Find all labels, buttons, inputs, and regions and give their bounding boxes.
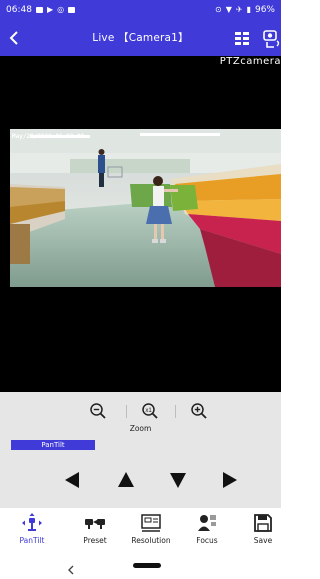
zoom-divider [126, 405, 127, 418]
nav-label-save: Save [253, 536, 273, 545]
zoom-divider [175, 405, 176, 418]
nav-resolution[interactable]: Resolution [123, 512, 179, 552]
sync-icon: ◎ [57, 5, 65, 14]
screenshot-icon [68, 7, 76, 13]
zoom-out-button[interactable] [89, 402, 107, 420]
camera-settings-button[interactable] [262, 28, 284, 50]
pan-left-button[interactable] [62, 470, 82, 490]
tilt-up-button[interactable] [116, 470, 136, 490]
tab-pantilt[interactable]: PanTilt [11, 440, 95, 450]
status-bar: 06:48 ▶ ◎ ⊙ ▼ ✈ ▮ 96% [0, 0, 281, 20]
supermarket-scene [10, 129, 281, 287]
pantilt-control-panel [0, 450, 281, 508]
arrow-left-icon [65, 472, 79, 488]
tilt-down-button[interactable] [168, 470, 188, 490]
arrow-down-icon [170, 473, 186, 488]
camera-settings-icon [263, 30, 280, 48]
status-time: 06:48 [6, 5, 32, 15]
arrow-up-icon [118, 472, 134, 487]
grid-view-icon [235, 32, 249, 45]
system-home-pill[interactable] [133, 563, 161, 568]
mode-tab-bar: PanTilt [0, 440, 281, 450]
camera-feed-image: May/29/2020 06:03:08 [10, 129, 281, 287]
airplane-icon: ✈ [235, 5, 243, 14]
nav-label-pantilt: PanTilt [19, 536, 45, 545]
zoom-label: Zoom [129, 424, 152, 433]
zoom-in-button[interactable] [190, 402, 208, 420]
zoom-reset-button[interactable]: x1 [141, 402, 159, 420]
vpn-key-icon: ⊙ [215, 5, 222, 14]
status-left: 06:48 ▶ ◎ [6, 5, 76, 15]
app-bar: Live 【Camera1】 [0, 20, 281, 56]
nav-focus[interactable]: Focus [179, 512, 235, 552]
notification-icon [35, 7, 43, 13]
wifi-icon: ▼ [225, 5, 232, 14]
system-nav-bar [0, 552, 281, 578]
camera-name-overlay: PTZcamera [219, 56, 281, 67]
system-back-icon [68, 565, 74, 575]
zoom-panel: x1 Zoom [0, 392, 281, 440]
live-video-area[interactable]: PTZcamera May/29/2020 06:03:08 [0, 56, 281, 392]
pan-right-button[interactable] [220, 470, 240, 490]
preset-icon [85, 519, 105, 529]
status-right: ⊙ ▼ ✈ ▮ 96% [215, 5, 275, 15]
nav-label-preset: Preset [83, 536, 107, 545]
battery-level: 96% [254, 5, 275, 15]
zoom-reset-icon: x1 [142, 403, 158, 419]
svg-text:x1: x1 [145, 408, 152, 414]
bottom-nav: PanTilt Preset Resolution Focus Save [0, 508, 281, 552]
zoom-out-icon [90, 403, 106, 419]
pantilt-icon [22, 513, 42, 531]
osd-timestamp: May/29/2020 06:03:08 [12, 133, 85, 140]
play-store-icon: ▶ [46, 5, 54, 14]
arrow-right-icon [223, 472, 237, 488]
focus-icon [198, 515, 216, 531]
nav-pantilt[interactable]: PanTilt [4, 512, 60, 552]
zoom-in-icon [191, 403, 207, 419]
nav-preset[interactable]: Preset [67, 512, 123, 552]
nav-label-focus: Focus [196, 536, 218, 545]
save-icon [254, 514, 272, 532]
nav-label-resolution: Resolution [131, 536, 171, 545]
resolution-icon [141, 514, 161, 532]
battery-icon: ▮ [246, 5, 251, 14]
nav-save[interactable]: Save [235, 512, 291, 552]
grid-view-button[interactable] [234, 30, 250, 46]
system-back-button[interactable] [66, 560, 76, 575]
